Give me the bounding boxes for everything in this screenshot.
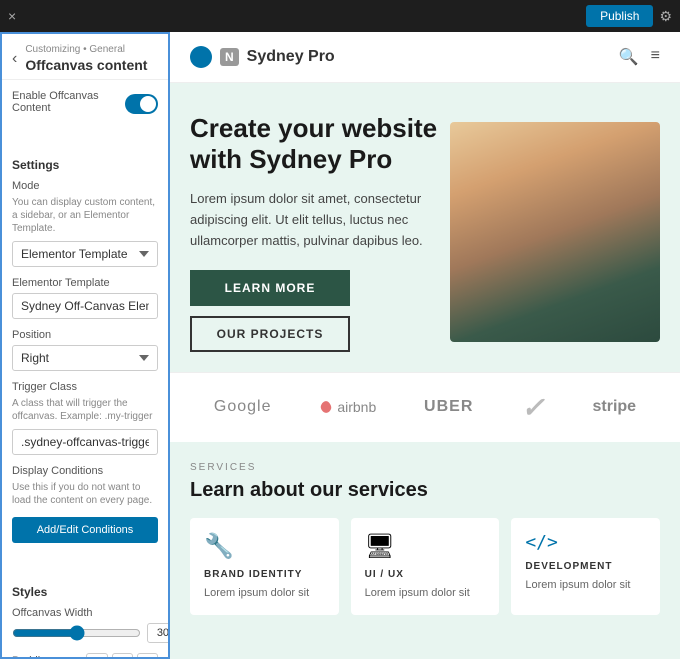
our-projects-button[interactable]: OUR PROJECTS [190,316,350,352]
service-desc-2: Lorem ipsum dolor sit [365,586,486,601]
padding-icon-1[interactable]: ⊡ [86,653,107,659]
trigger-desc: A class that will trigger the offcanvas.… [12,397,158,423]
development-icon: </> [525,532,646,553]
service-desc-1: Lorem ipsum dolor sit [204,586,325,601]
trigger-label: Trigger Class [12,381,158,393]
hero-text: Lorem ipsum dolor sit amet, consectetur … [190,189,450,251]
site-header: N Sydney Pro 🔍 ≡ [170,32,680,83]
hero-section: Create your website with Sydney Pro Lore… [170,83,680,372]
padding-icons: ⊡ ⊟ ⊞ [86,653,158,659]
position-label: Position [12,329,158,341]
hero-title: Create your website with Sydney Pro [190,113,450,175]
hero-image [450,122,660,342]
mode-select[interactable]: Elementor Template [12,241,158,267]
breadcrumb: Customizing • General [25,44,147,55]
display-conditions-field: Display Conditions Use this if you do no… [12,465,158,543]
services-section: SERVICES Learn about our services 🔧 BRAN… [170,442,680,635]
width-slider-row [12,623,158,643]
services-label: SERVICES [190,462,660,473]
hero-content: Create your website with Sydney Pro Lore… [190,113,450,352]
logo-stripe: stripe [592,398,636,416]
styles-section: Styles Offcanvas Width Padding ⊡ ⊟ ⊞ [2,571,168,659]
enable-label: Enable Offcanvas Content [12,90,125,114]
service-card-3: </> DEVELOPMENT Lorem ipsum dolor sit [511,518,660,615]
display-desc: Use this if you do not want to load the … [12,481,158,507]
logos-section: Google airbnb UBER ✓ stripe [170,372,680,442]
publish-button[interactable]: Publish [586,5,653,27]
site-nav: 🔍 ≡ [619,47,660,67]
services-title: Learn about our services [190,479,660,502]
menu-icon[interactable]: ≡ [651,47,660,67]
logo-uber: UBER [424,398,473,416]
service-desc-3: Lorem ipsum dolor sit [525,578,646,593]
position-field: Position Right [12,329,158,371]
padding-icon-3[interactable]: ⊞ [137,653,158,659]
elementor-input[interactable] [12,293,158,319]
logo-google: Google [214,398,272,416]
enable-section: Enable Offcanvas Content [2,80,168,136]
sidebar-title: Offcanvas content [25,57,147,73]
sidebar: ‹ Customizing • General Offcanvas conten… [0,32,170,659]
mode-label: Mode [12,180,158,192]
enable-toggle-row: Enable Offcanvas Content [12,90,158,118]
gear-icon[interactable]: ⚙ [659,8,672,25]
position-select[interactable]: Right [12,345,158,371]
enable-toggle[interactable] [125,94,158,114]
trigger-input[interactable] [12,429,158,455]
service-name-3: DEVELOPMENT [525,561,646,572]
width-label: Offcanvas Width [12,607,158,619]
logo-airbnb: airbnb [319,399,376,415]
padding-field: Padding ⊡ ⊟ ⊞ [12,653,158,659]
padding-icon-2[interactable]: ⊟ [112,653,133,659]
learn-more-button[interactable]: LEARN MORE [190,270,350,306]
logo-nike: ✓ [521,391,544,424]
back-button[interactable]: ‹ [12,50,17,68]
settings-title: Settings [12,158,158,172]
trigger-field: Trigger Class A class that will trigger … [12,381,158,455]
top-bar: × Publish ⚙ [0,0,680,32]
settings-section: Settings Mode You can display custom con… [2,144,168,563]
preview-area: N Sydney Pro 🔍 ≡ Create your website wit… [170,32,680,659]
service-name-2: UI / UX [365,569,486,580]
mode-field: Mode You can display custom content, a s… [12,180,158,267]
services-grid: 🔧 BRAND IDENTITY Lorem ipsum dolor sit 🖥… [190,518,660,615]
width-value[interactable] [147,623,170,643]
display-label: Display Conditions [12,465,158,477]
search-icon[interactable]: 🔍 [619,47,639,67]
site-logo-text: Sydney Pro [247,48,335,66]
mode-desc: You can display custom content, a sideba… [12,196,158,235]
width-slider[interactable] [12,625,141,641]
site-logo: N Sydney Pro [190,46,335,68]
padding-label: Padding [12,655,52,659]
hero-image-bg [450,122,660,342]
add-edit-button[interactable]: Add/Edit Conditions [12,517,158,543]
service-name-1: BRAND IDENTITY [204,569,325,580]
main-layout: ‹ Customizing • General Offcanvas conten… [0,32,680,659]
sidebar-header: ‹ Customizing • General Offcanvas conten… [2,34,168,80]
service-card-1: 🔧 BRAND IDENTITY Lorem ipsum dolor sit [190,518,339,615]
close-icon[interactable]: × [8,8,16,24]
elementor-field: Elementor Template [12,277,158,319]
brand-identity-icon: 🔧 [204,532,325,561]
elementor-label: Elementor Template [12,277,158,289]
logo-n-icon: N [220,48,239,66]
service-card-2: 🖥 UI / UX Lorem ipsum dolor sit [351,518,500,615]
width-field: Offcanvas Width [12,607,158,643]
logo-circle-icon [190,46,212,68]
ui-ux-icon: 🖥 [365,532,486,561]
styles-title: Styles [12,585,158,599]
